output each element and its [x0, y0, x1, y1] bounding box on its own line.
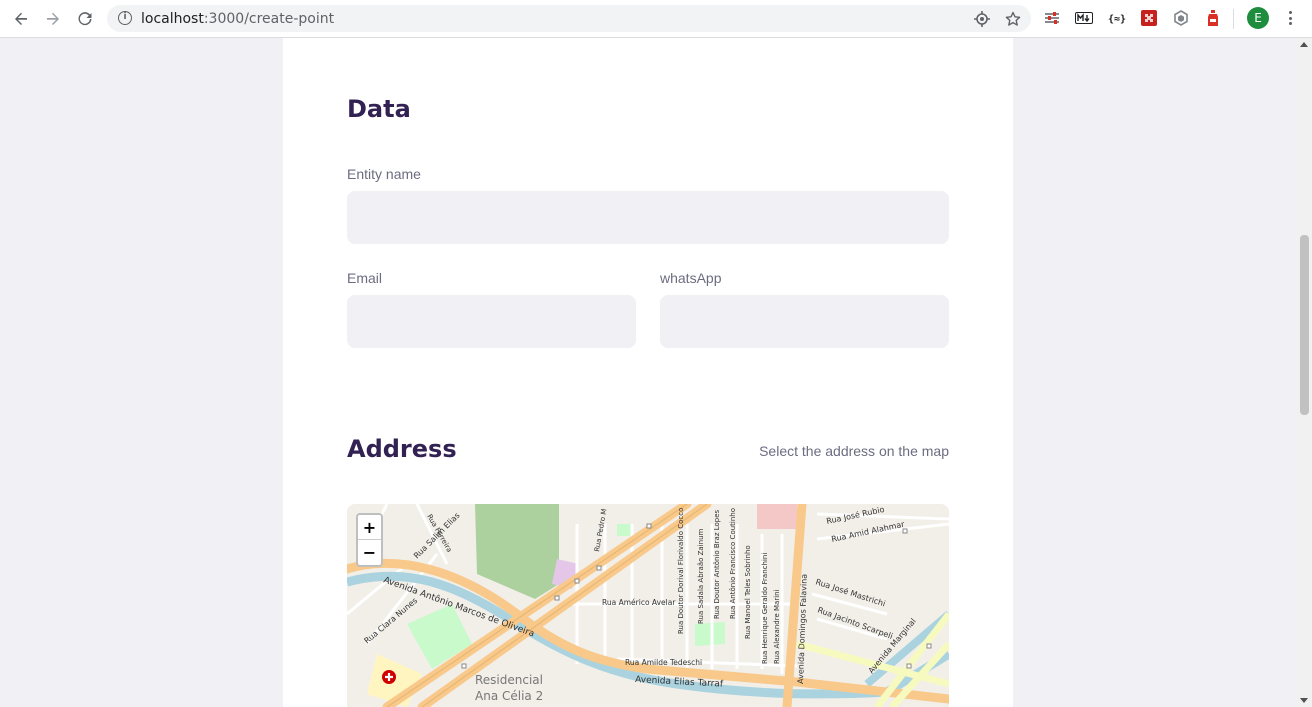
extension-sliders-icon[interactable]	[1043, 9, 1061, 27]
address-map[interactable]: Rua Salim Elias Avenida Antônio Marcos d…	[347, 504, 949, 707]
profile-avatar[interactable]: E	[1247, 7, 1269, 29]
whatsapp-input[interactable]	[660, 295, 949, 348]
entity-name-input[interactable]	[347, 191, 949, 244]
forward-arrow-icon[interactable]	[40, 7, 66, 31]
map-street-label: Rua Amilde Tedeschi	[625, 658, 702, 667]
map-street-label: Ana Célia 2	[475, 689, 543, 703]
info-icon[interactable]: i	[118, 11, 132, 25]
map-street-label: Rua Sadala Abraão Zainum	[697, 528, 705, 624]
location-target-icon[interactable]	[973, 10, 991, 28]
zoom-in-button[interactable]: +	[358, 515, 381, 540]
reload-icon[interactable]	[72, 7, 98, 31]
page-scrollbar[interactable]	[1297, 38, 1312, 707]
map-street-label: Rua Américo Avelar	[602, 598, 676, 607]
map-zoom-control: + −	[356, 513, 383, 567]
address-hint: Select the address on the map	[759, 443, 949, 459]
map-park	[475, 504, 559, 599]
map-street-label: Rua Antônio Francisco Coutinho	[729, 508, 737, 619]
entity-name-label: Entity name	[347, 166, 421, 182]
data-section-title: Data	[347, 95, 411, 123]
toolbar-divider	[1233, 9, 1234, 29]
url-text[interactable]: localhost:3000/create-point	[141, 11, 334, 27]
scroll-down-arrow-icon[interactable]	[1300, 698, 1308, 703]
svg-text:{≈}: {≈}	[1108, 14, 1126, 24]
map-street-label: Rua José Rubio	[825, 504, 885, 526]
browser-menu-icon[interactable]	[1284, 8, 1296, 28]
map-street-label: Rua Amid Alahmar	[831, 520, 906, 544]
map-street-label: Rua Manoel Teles Sobrinho	[744, 545, 752, 639]
extension-hexagon-icon[interactable]	[1172, 9, 1190, 27]
back-arrow-icon[interactable]	[8, 7, 34, 31]
star-icon[interactable]	[1004, 10, 1022, 28]
map-green-small	[617, 524, 632, 536]
email-label: Email	[347, 270, 383, 286]
url-host: localhost	[141, 11, 204, 27]
extension-bottle-icon[interactable]	[1204, 9, 1222, 27]
map-hospital-area	[757, 504, 797, 529]
address-section-title: Address	[347, 435, 457, 463]
hospital-icon[interactable]	[382, 670, 396, 684]
url-path: :3000/create-point	[203, 11, 335, 27]
extension-red-puzzle-icon[interactable]	[1140, 9, 1158, 27]
whatsapp-label: whatsApp	[660, 270, 722, 286]
zoom-out-button[interactable]: −	[358, 540, 381, 565]
scroll-thumb[interactable]	[1300, 235, 1309, 415]
create-point-form: Data Entity name Email whatsApp Address …	[283, 38, 1013, 707]
address-bar[interactable]: i localhost:3000/create-point	[107, 5, 1031, 32]
map-street-label: Rua Doutor Dorival Florivaldo Cocco	[677, 508, 685, 634]
map-street-label: Rua Henrique Geraldo Franchini	[761, 553, 769, 664]
map-street-label: Rua Alexandre Marini	[773, 589, 781, 664]
map-tiles[interactable]: Rua Salim Elias Avenida Antônio Marcos d…	[347, 504, 949, 707]
browser-toolbar: i localhost:3000/create-point {≈} E	[0, 0, 1312, 38]
scroll-up-arrow-icon[interactable]	[1300, 42, 1308, 47]
map-street-label: Residencial	[475, 673, 543, 687]
extension-markdown-icon[interactable]	[1075, 9, 1093, 27]
map-green-square	[695, 622, 725, 646]
email-input[interactable]	[347, 295, 636, 348]
map-street-label: Rua Clara Nunes	[363, 596, 420, 646]
extension-json-icon[interactable]: {≈}	[1108, 9, 1126, 27]
map-street-label: Rua Doutor Antônio Braz Lopes	[713, 509, 721, 619]
